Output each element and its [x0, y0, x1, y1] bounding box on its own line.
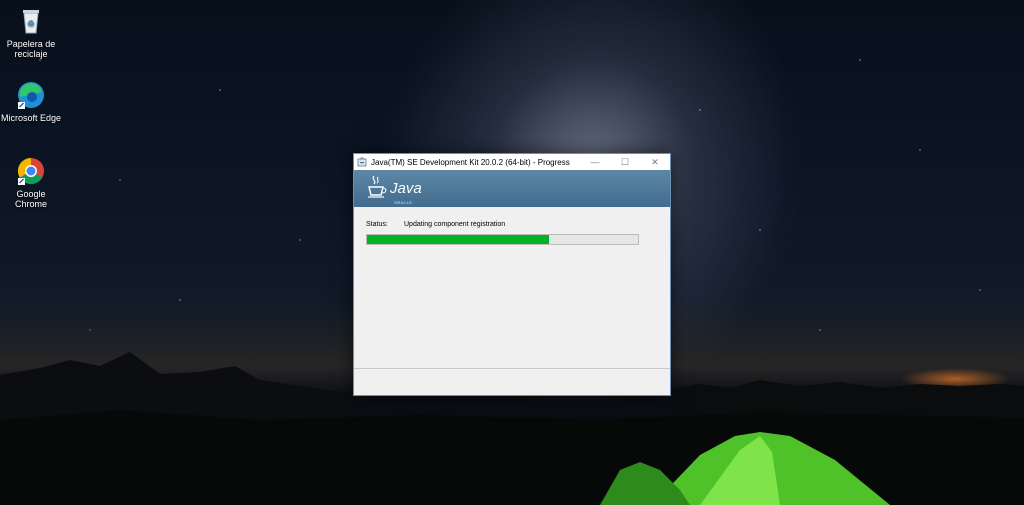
window-titlebar[interactable]: Java(TM) SE Development Kit 20.0.2 (64-b… — [354, 154, 670, 170]
window-title: Java(TM) SE Development Kit 20.0.2 (64-b… — [371, 157, 570, 167]
recycle-bin-icon: ♻ — [16, 6, 46, 36]
java-logo-text: Java — [390, 180, 422, 197]
svg-text:♻: ♻ — [27, 19, 34, 28]
installer-window: Java(TM) SE Development Kit 20.0.2 (64-b… — [353, 153, 671, 396]
installer-app-icon — [357, 157, 367, 167]
progress-panel: Status: Updating component registration — [354, 207, 670, 377]
desktop-icon-recycle-bin[interactable]: ♻ Papelera de reciclaje — [0, 6, 62, 59]
close-button[interactable]: ✕ — [640, 154, 670, 170]
status-row: Status: Updating component registration — [366, 221, 505, 228]
footer-divider — [354, 368, 670, 369]
java-logo: Java ORACLE — [364, 173, 422, 205]
progress-bar-fill — [367, 235, 549, 244]
status-text: Updating component registration — [404, 221, 506, 228]
progress-bar — [366, 234, 639, 245]
edge-icon — [16, 80, 46, 110]
maximize-button[interactable]: ☐ — [610, 154, 640, 170]
oracle-logo-text: ORACLE — [394, 200, 413, 205]
desktop-icon-label: Google Chrome — [14, 189, 47, 209]
minimize-button[interactable]: — — [580, 154, 610, 170]
desktop-icon-chrome[interactable]: Google Chrome — [0, 156, 62, 209]
desktop-icon-label: Microsoft Edge — [0, 113, 62, 123]
desktop-icon-label: Papelera de reciclaje — [6, 39, 56, 59]
java-cup-icon — [368, 175, 387, 198]
chrome-icon — [16, 156, 46, 186]
desktop-icon-edge[interactable]: Microsoft Edge — [0, 80, 62, 123]
status-label: Status: — [366, 221, 388, 228]
java-banner: Java ORACLE — [354, 170, 670, 207]
